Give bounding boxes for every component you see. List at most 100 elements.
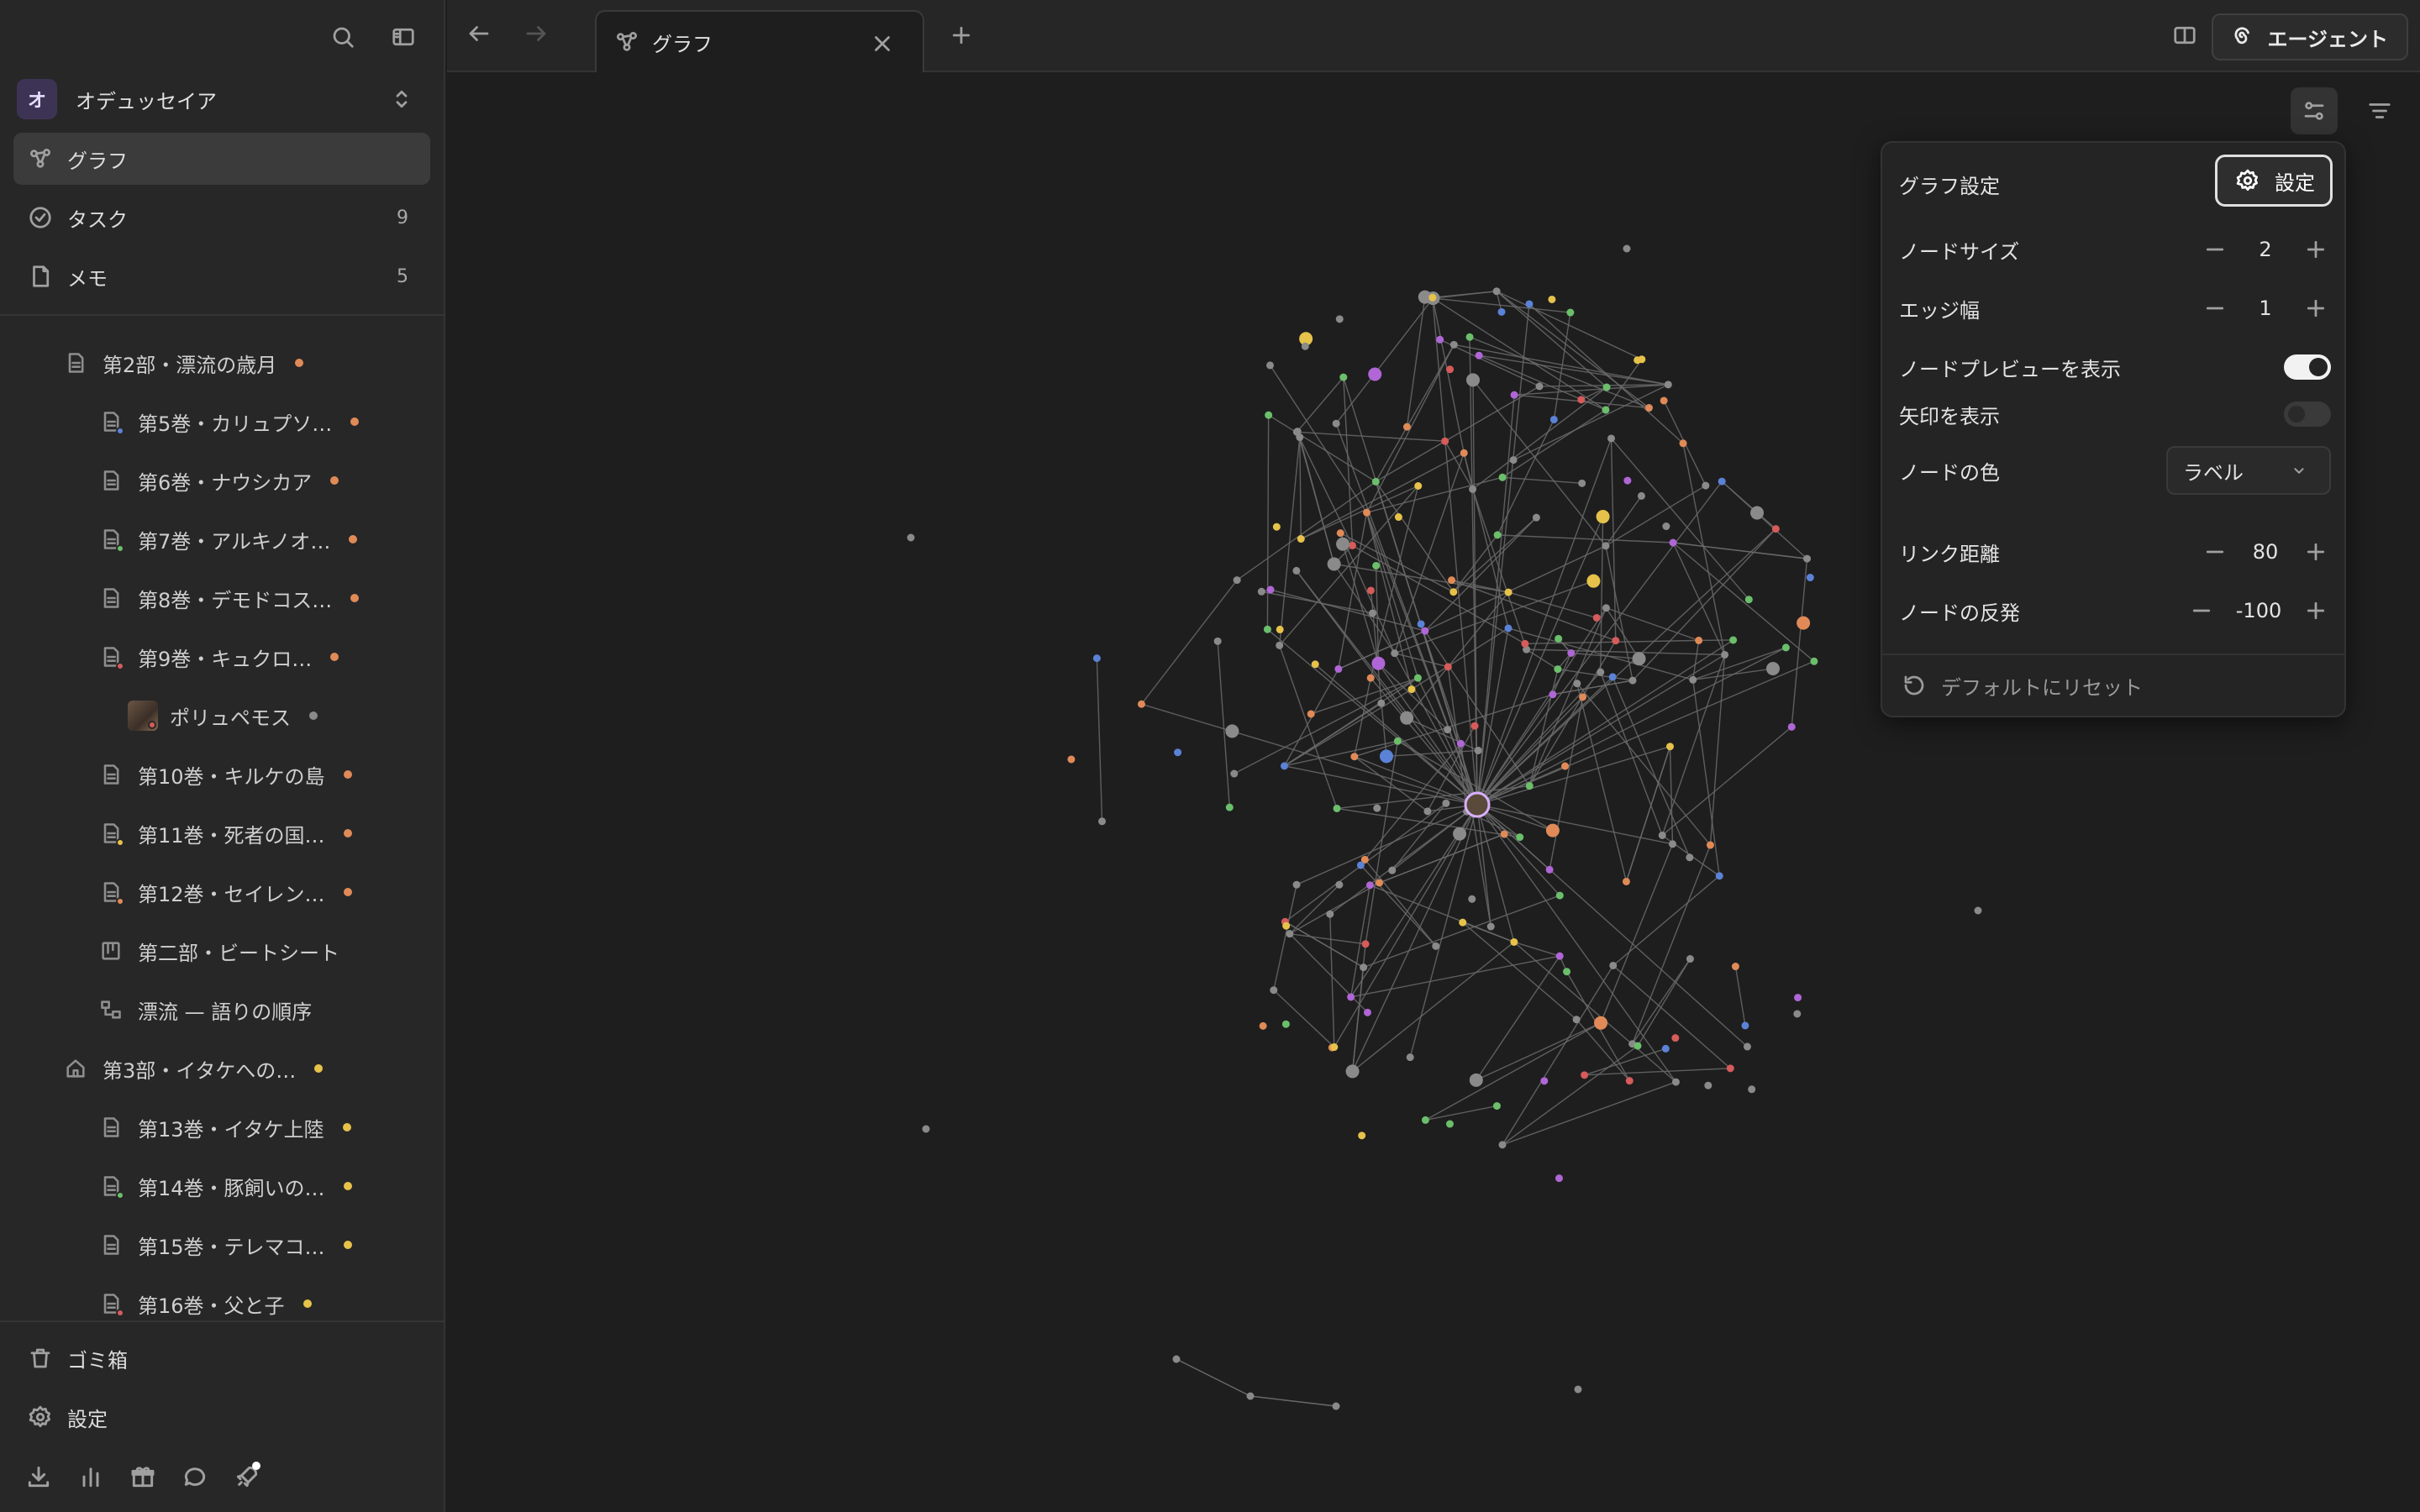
graph-node[interactable] bbox=[1679, 439, 1687, 448]
graph-node[interactable] bbox=[1521, 639, 1529, 648]
graph-node[interactable] bbox=[1388, 866, 1397, 874]
graph-node[interactable] bbox=[1702, 481, 1710, 490]
plus-icon[interactable] bbox=[946, 20, 976, 50]
graph-node[interactable] bbox=[1718, 477, 1726, 486]
graph-node[interactable] bbox=[1771, 525, 1780, 533]
graph-node[interactable] bbox=[1276, 641, 1284, 649]
tree-item[interactable]: 第12巻・セイレン… bbox=[96, 875, 352, 909]
graph-node[interactable] bbox=[1686, 955, 1694, 963]
graph-node[interactable] bbox=[1470, 722, 1479, 730]
agent-button[interactable]: エージェント bbox=[2212, 13, 2408, 60]
increment-repulsion-button[interactable] bbox=[2301, 596, 2331, 626]
tree-item[interactable]: ポリュペモス bbox=[128, 699, 318, 732]
graph-node[interactable] bbox=[1797, 616, 1811, 630]
graph-node[interactable] bbox=[1376, 879, 1384, 887]
graph-node[interactable] bbox=[1602, 604, 1610, 612]
graph-node[interactable] bbox=[1448, 576, 1456, 585]
graph-node[interactable] bbox=[1225, 724, 1239, 738]
sidebar-item-tasks[interactable]: タスク 9 bbox=[13, 192, 430, 244]
graph-node[interactable] bbox=[1810, 657, 1818, 665]
graph-node[interactable] bbox=[1574, 1385, 1582, 1394]
graph-node[interactable] bbox=[1561, 762, 1570, 770]
graph-node[interactable] bbox=[1637, 491, 1645, 500]
graph-node[interactable] bbox=[1407, 685, 1416, 694]
graph-node[interactable] bbox=[1281, 762, 1289, 770]
graph-node[interactable] bbox=[1459, 918, 1467, 927]
sidebar-item-graph[interactable]: グラフ bbox=[13, 133, 430, 185]
graph-node[interactable] bbox=[1665, 743, 1674, 751]
graph-node[interactable] bbox=[1334, 664, 1343, 673]
graph-node[interactable] bbox=[1664, 381, 1672, 389]
graph-node[interactable] bbox=[1721, 650, 1729, 659]
graph-node[interactable] bbox=[1498, 473, 1507, 481]
graph-node[interactable] bbox=[1360, 963, 1368, 972]
graph-node[interactable] bbox=[1336, 537, 1350, 551]
graph-node[interactable] bbox=[1532, 513, 1540, 522]
graph-node[interactable] bbox=[1555, 952, 1564, 960]
graph-node[interactable] bbox=[1356, 861, 1365, 869]
graph-node[interactable] bbox=[1137, 700, 1145, 708]
graph-node[interactable] bbox=[1371, 477, 1380, 486]
graph-node[interactable] bbox=[1974, 906, 1982, 915]
graph-node[interactable] bbox=[1444, 726, 1452, 734]
graph-node[interactable] bbox=[1377, 699, 1386, 707]
graph-node[interactable] bbox=[1421, 1116, 1429, 1124]
graph-node[interactable] bbox=[1729, 636, 1738, 644]
graph-node[interactable] bbox=[1500, 830, 1508, 838]
graph-node[interactable] bbox=[1301, 342, 1309, 350]
graph-node[interactable] bbox=[1292, 880, 1301, 889]
graph-node[interactable] bbox=[1545, 823, 1560, 837]
graph-node[interactable] bbox=[1567, 648, 1576, 657]
graph-node[interactable] bbox=[1592, 613, 1601, 622]
graph-node[interactable] bbox=[1372, 561, 1381, 570]
graph-node[interactable] bbox=[1257, 587, 1265, 596]
tree-item[interactable]: 第10巻・キルケの島 bbox=[96, 758, 352, 791]
graph-node[interactable] bbox=[1393, 737, 1402, 745]
tree-item[interactable]: 第8巻・デモドコス… bbox=[96, 581, 360, 615]
decrement-node-size-button[interactable] bbox=[2200, 234, 2230, 265]
graph-node[interactable] bbox=[1432, 942, 1440, 950]
graph-settings-toggle[interactable] bbox=[2291, 87, 2338, 134]
graph-node[interactable] bbox=[1715, 872, 1723, 880]
graph-node[interactable] bbox=[1563, 968, 1571, 976]
graph-node[interactable] bbox=[1548, 295, 1556, 303]
graph-node[interactable] bbox=[1406, 1053, 1414, 1062]
graph-node[interactable] bbox=[1336, 529, 1344, 538]
graph-node[interactable] bbox=[1572, 1016, 1581, 1024]
graph-node[interactable] bbox=[1695, 636, 1703, 644]
graph-node[interactable] bbox=[1469, 485, 1477, 493]
graph-node[interactable] bbox=[1361, 940, 1370, 948]
tree-item[interactable]: 第7巻・アルキノオ… bbox=[96, 522, 358, 556]
graph-node[interactable] bbox=[1535, 382, 1544, 391]
graph-node[interactable] bbox=[1607, 434, 1616, 443]
graph-node[interactable] bbox=[1671, 1078, 1680, 1086]
graph-node[interactable] bbox=[1296, 433, 1304, 442]
split-view-icon[interactable] bbox=[2170, 20, 2200, 50]
graph-node[interactable] bbox=[1092, 654, 1101, 663]
graph-node[interactable] bbox=[1391, 649, 1399, 658]
graph-node[interactable] bbox=[1555, 634, 1563, 643]
graph-node[interactable] bbox=[1456, 739, 1465, 748]
graph-node[interactable] bbox=[1436, 335, 1444, 344]
graph-node[interactable] bbox=[907, 533, 915, 542]
graph-node[interactable] bbox=[1067, 755, 1076, 764]
graph-node[interactable] bbox=[1492, 287, 1501, 296]
sidebar-item-trash[interactable]: ゴミ箱 bbox=[13, 1332, 430, 1384]
tree-item[interactable]: 第11巻・死者の国… bbox=[96, 816, 352, 850]
graph-node[interactable] bbox=[1172, 1355, 1181, 1363]
arrows-toggle[interactable] bbox=[2284, 402, 2331, 427]
forward-arrow-icon[interactable] bbox=[521, 18, 551, 49]
filter-button[interactable] bbox=[2356, 87, 2403, 134]
graph-node[interactable] bbox=[1233, 576, 1241, 585]
graph-node[interactable] bbox=[1345, 1064, 1360, 1079]
graph-node[interactable] bbox=[1497, 307, 1506, 316]
graph-hub-node[interactable] bbox=[1464, 791, 1491, 818]
graph-node[interactable] bbox=[1566, 308, 1575, 317]
graph-node[interactable] bbox=[1453, 827, 1467, 841]
graph-node[interactable] bbox=[1793, 1010, 1802, 1018]
graph-node[interactable] bbox=[1743, 1042, 1751, 1051]
graph-node[interactable] bbox=[1744, 596, 1753, 604]
graph-node[interactable] bbox=[1554, 665, 1562, 674]
graph-node[interactable] bbox=[1225, 803, 1234, 811]
graph-node[interactable] bbox=[1400, 711, 1414, 725]
